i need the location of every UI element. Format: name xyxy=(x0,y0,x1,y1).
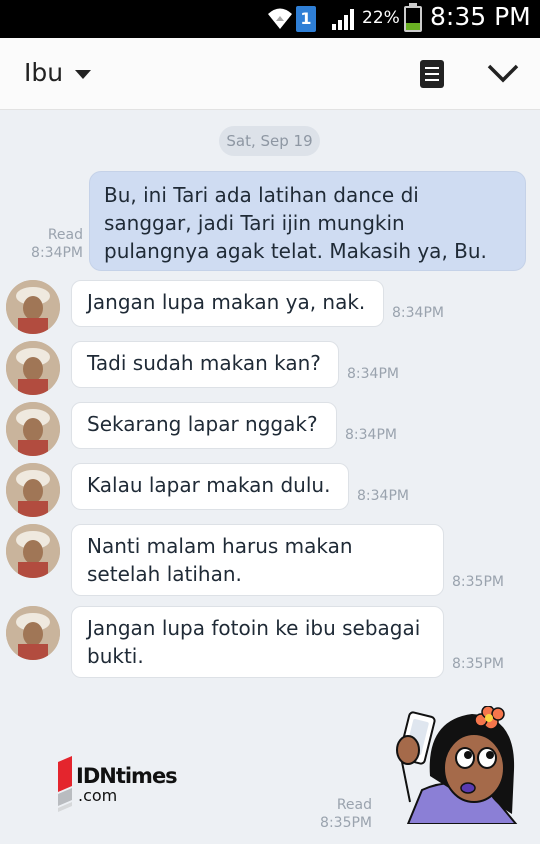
idntimes-logo: IDNtimes .com xyxy=(58,756,188,816)
watermark-name: IDNtimes xyxy=(76,764,178,788)
avatar[interactable] xyxy=(6,341,60,395)
received-message-bubble[interactable]: Jangan lupa fotoin ke ibu sebagai bukti. xyxy=(71,606,444,678)
dropdown-caret-icon[interactable] xyxy=(75,70,91,79)
message-time: 8:34PM xyxy=(347,366,399,382)
signal-icon xyxy=(332,9,354,30)
wifi-icon xyxy=(268,8,292,29)
message-time: 8:35PM xyxy=(452,574,504,590)
contact-name[interactable]: Ibu xyxy=(24,58,63,87)
message-time: 8:35PM xyxy=(452,656,504,672)
message-time: 8:34PM xyxy=(345,427,397,443)
chat-header: Ibu xyxy=(0,38,540,110)
watermark-domain: .com xyxy=(78,786,118,805)
girl-selfie-sticker[interactable] xyxy=(392,706,520,824)
received-message-bubble[interactable]: Nanti malam harus makan setelah latihan. xyxy=(71,524,444,596)
battery-percent: 22% xyxy=(362,8,400,28)
status-time: 8:35 PM xyxy=(430,2,531,31)
memo-icon[interactable] xyxy=(420,60,444,88)
read-status: Read 8:34PM xyxy=(24,226,83,262)
idntimes-logo-mark xyxy=(58,756,72,812)
chevron-down-icon[interactable] xyxy=(486,58,520,88)
avatar[interactable] xyxy=(6,463,60,517)
avatar[interactable] xyxy=(6,280,60,334)
received-message-bubble[interactable]: Tadi sudah makan kan? xyxy=(71,341,339,388)
avatar[interactable] xyxy=(6,524,60,578)
sent-message-bubble[interactable]: Bu, ini Tari ada latihan dance di sangga… xyxy=(89,171,526,271)
received-message-bubble[interactable]: Sekarang lapar nggak? xyxy=(71,402,337,449)
avatar[interactable] xyxy=(6,402,60,456)
date-separator: Sat, Sep 19 xyxy=(219,126,320,156)
received-message-bubble[interactable]: Jangan lupa makan ya, nak. xyxy=(71,280,384,327)
notification-badge: 1 xyxy=(296,6,316,32)
avatar[interactable] xyxy=(6,606,60,660)
message-time: 8:34PM xyxy=(357,488,409,504)
message-time: 8:35PM xyxy=(320,815,372,831)
battery-icon xyxy=(404,3,422,32)
received-message-bubble[interactable]: Kalau lapar makan dulu. xyxy=(71,463,349,510)
status-bar: 1 22% 8:35 PM xyxy=(0,0,540,38)
message-time: 8:34PM xyxy=(31,245,83,261)
read-status: Read 8:35PM xyxy=(312,796,372,832)
message-time: 8:34PM xyxy=(392,305,444,321)
